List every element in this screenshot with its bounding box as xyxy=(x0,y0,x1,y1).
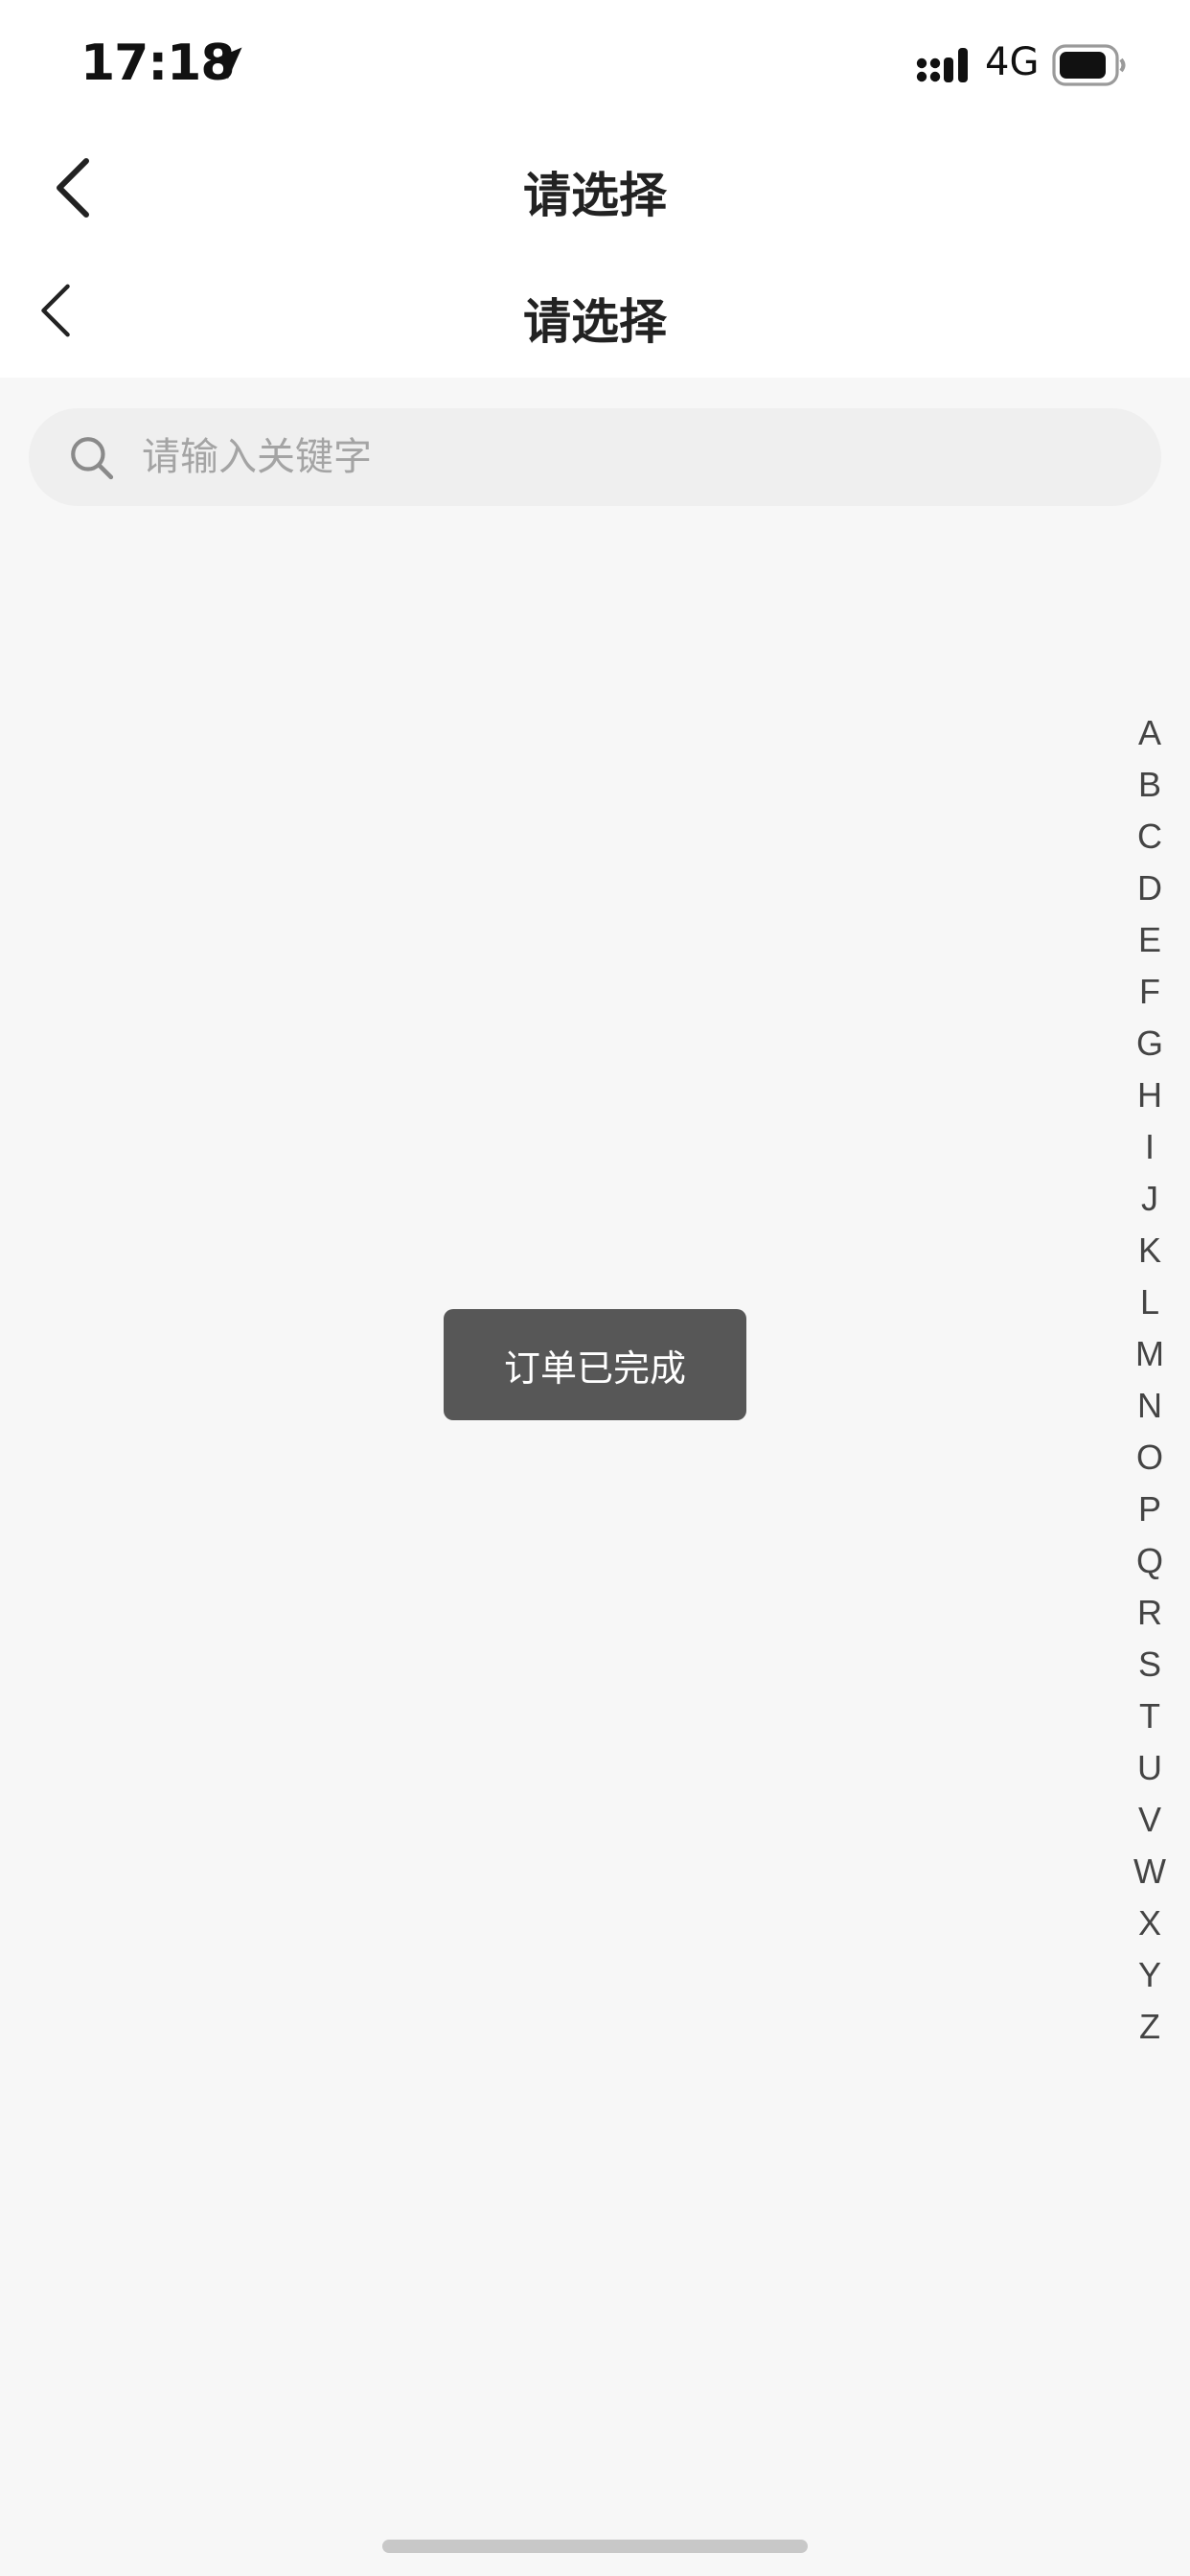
search-input[interactable] xyxy=(140,434,1083,480)
nav-bar-outer: 请选择 xyxy=(0,126,1190,249)
signal-icon xyxy=(916,48,968,82)
search-box[interactable] xyxy=(29,408,1161,506)
alphabet-index-bar[interactable]: A B C D E F G H I J K L M N O P Q R S T … xyxy=(1121,707,1179,2053)
index-letter[interactable]: G xyxy=(1121,1018,1179,1070)
status-bar: 17:18 4G xyxy=(0,0,1190,126)
index-letter[interactable]: M xyxy=(1121,1328,1179,1380)
index-letter[interactable]: S xyxy=(1121,1639,1179,1690)
index-letter[interactable]: Y xyxy=(1121,1949,1179,2001)
index-letter[interactable]: L xyxy=(1121,1276,1179,1328)
location-arrow-icon xyxy=(210,47,242,80)
battery-icon xyxy=(1052,44,1126,86)
index-letter[interactable]: H xyxy=(1121,1070,1179,1121)
index-letter[interactable]: J xyxy=(1121,1173,1179,1225)
index-letter[interactable]: O xyxy=(1121,1432,1179,1484)
index-letter[interactable]: X xyxy=(1121,1898,1179,1949)
index-letter[interactable]: I xyxy=(1121,1121,1179,1173)
index-letter[interactable]: W xyxy=(1121,1846,1179,1898)
home-indicator[interactable] xyxy=(382,2540,808,2553)
index-letter[interactable]: C xyxy=(1121,811,1179,862)
index-letter[interactable]: F xyxy=(1121,966,1179,1018)
index-letter[interactable]: B xyxy=(1121,759,1179,811)
index-letter[interactable]: A xyxy=(1121,707,1179,759)
index-letter[interactable]: U xyxy=(1121,1742,1179,1794)
index-letter[interactable]: E xyxy=(1121,914,1179,966)
index-letter[interactable]: P xyxy=(1121,1484,1179,1535)
index-letter[interactable]: Q xyxy=(1121,1535,1179,1587)
page-title-inner: 请选择 xyxy=(523,294,667,350)
index-letter[interactable]: D xyxy=(1121,862,1179,914)
page-title-outer: 请选择 xyxy=(523,168,667,223)
toast-text: 订单已完成 xyxy=(503,1346,686,1390)
index-letter[interactable]: N xyxy=(1121,1380,1179,1432)
index-letter[interactable]: R xyxy=(1121,1587,1179,1639)
index-letter[interactable]: T xyxy=(1121,1690,1179,1742)
index-letter[interactable]: Z xyxy=(1121,2001,1179,2053)
nav-bar-inner: 请选择 xyxy=(0,249,1190,378)
index-letter[interactable]: K xyxy=(1121,1225,1179,1276)
toast-message: 订单已完成 xyxy=(444,1309,746,1420)
index-letter[interactable]: V xyxy=(1121,1794,1179,1846)
network-label: 4G xyxy=(985,40,1040,84)
search-icon xyxy=(71,437,114,480)
